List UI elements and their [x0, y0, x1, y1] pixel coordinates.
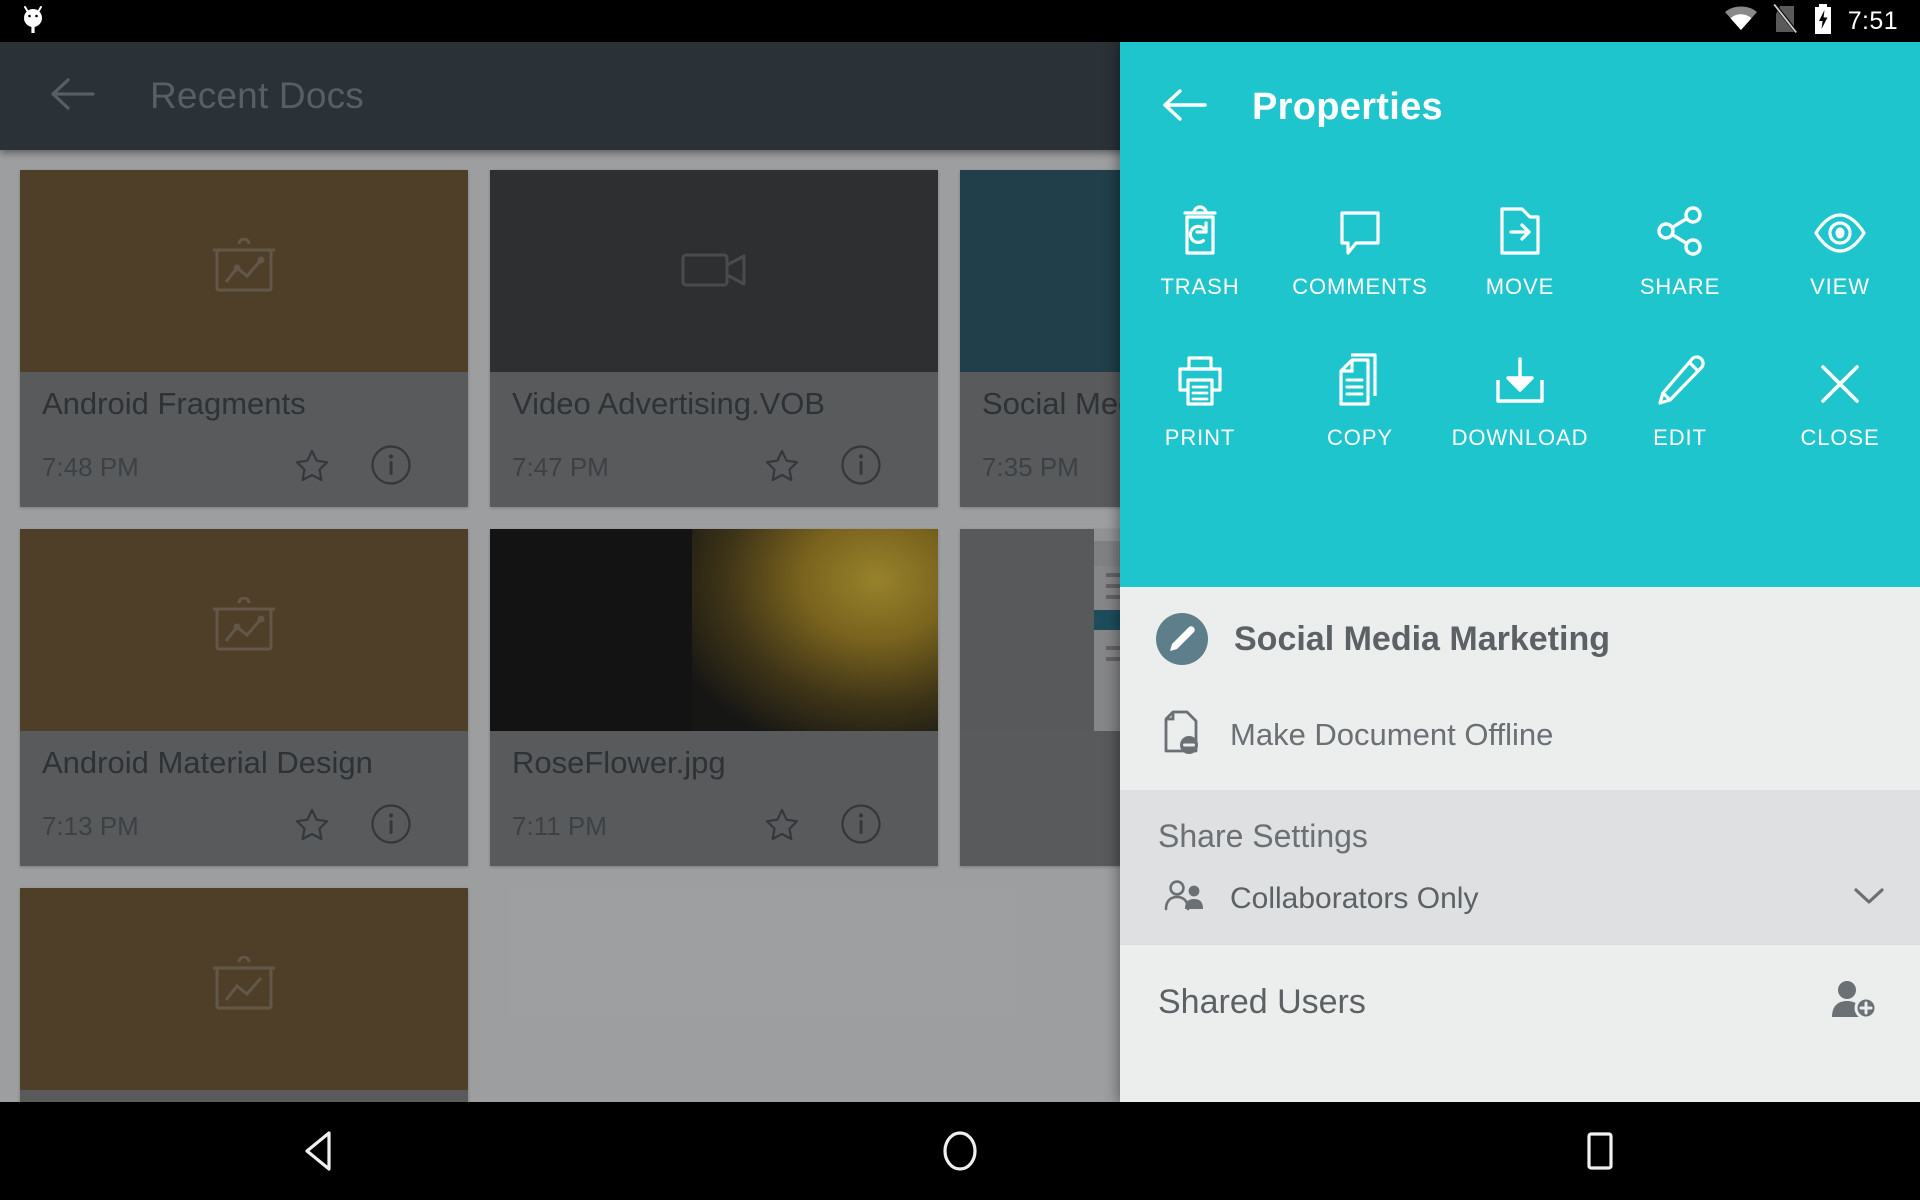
properties-panel: Properties TRASH [1120, 42, 1920, 1102]
nav-recents-square-icon[interactable] [1525, 1102, 1675, 1200]
action-move[interactable]: MOVE [1440, 201, 1600, 300]
presentation-icon [211, 238, 277, 305]
video-icon [678, 243, 750, 300]
document-name-row: Social Media Marketing [1120, 587, 1920, 691]
shared-users-section: Shared Users [1120, 944, 1920, 1026]
action-edit[interactable]: EDIT [1600, 352, 1760, 451]
share-nodes-icon [1654, 201, 1706, 257]
close-x-icon [1816, 352, 1864, 408]
copy-documents-icon [1335, 352, 1385, 408]
download-icon [1492, 352, 1548, 408]
action-label: MOVE [1486, 274, 1554, 300]
action-trash[interactable]: TRASH [1120, 201, 1280, 300]
printer-icon [1174, 352, 1226, 408]
action-label: TRASH [1160, 274, 1239, 300]
doc-card[interactable]: Android Material Design 7:13 PM [20, 529, 468, 866]
properties-header: Properties TRASH [1120, 42, 1920, 587]
action-label: COPY [1327, 425, 1393, 451]
star-outline-icon[interactable] [764, 448, 800, 487]
action-comments[interactable]: COMMENTS [1280, 201, 1440, 300]
people-icon [1164, 879, 1206, 918]
action-label: PRINT [1165, 425, 1236, 451]
android-screen: Recent Docs Android Fragments [0, 0, 1920, 1200]
doc-time: 7:48 PM [42, 452, 139, 483]
action-grid: TRASH COMMENTS [1120, 201, 1920, 451]
doc-time: 7:47 PM [512, 452, 609, 483]
pencil-icon [1655, 352, 1705, 408]
status-bar: 7:51 [0, 0, 1920, 42]
action-print[interactable]: PRINT [1120, 352, 1280, 451]
action-label: EDIT [1653, 425, 1707, 451]
share-settings-title: Share Settings [1120, 818, 1920, 855]
action-download[interactable]: DOWNLOAD [1440, 352, 1600, 451]
share-settings-section: Share Settings Collaborators Only [1120, 790, 1920, 944]
action-copy[interactable]: COPY [1280, 352, 1440, 451]
back-arrow-icon[interactable] [1162, 88, 1208, 127]
info-circle-icon[interactable] [840, 803, 882, 850]
presentation-icon [211, 597, 277, 664]
doc-thumbnail [490, 170, 938, 372]
photo-icon [692, 529, 938, 731]
android-notification-icon [18, 3, 48, 40]
doc-thumbnail [20, 529, 468, 731]
nav-home-circle-icon[interactable] [885, 1102, 1035, 1200]
action-label: CLOSE [1800, 425, 1879, 451]
panel-title: Properties [1252, 86, 1443, 129]
action-label: VIEW [1810, 274, 1870, 300]
document-offline-icon [1160, 709, 1204, 760]
person-add-icon[interactable] [1828, 979, 1920, 1026]
no-sim-icon [1772, 4, 1798, 39]
share-visibility-selector[interactable]: Collaborators Only [1120, 855, 1920, 918]
info-circle-icon[interactable] [370, 444, 412, 491]
comment-bubble-icon [1335, 201, 1385, 257]
doc-title: Video Advertising.VOB [512, 386, 916, 422]
trash-restore-icon [1176, 201, 1224, 257]
eye-icon [1812, 201, 1868, 257]
doc-title: Android Fragments [42, 386, 446, 422]
folder-move-icon [1496, 201, 1544, 257]
doc-card[interactable] [20, 888, 468, 1102]
battery-charging-icon [1812, 3, 1834, 40]
document-name: Social Media Marketing [1234, 620, 1610, 659]
star-outline-icon[interactable] [764, 807, 800, 846]
doc-thumbnail [20, 888, 468, 1090]
doc-time: 7:13 PM [42, 811, 139, 842]
doc-card[interactable]: Video Advertising.VOB 7:47 PM [490, 170, 938, 507]
navigation-bar [0, 1102, 1920, 1200]
doc-card[interactable]: RoseFlower.jpg 7:11 PM [490, 529, 938, 866]
action-label: COMMENTS [1292, 274, 1428, 300]
wifi-icon [1724, 6, 1758, 37]
star-outline-icon[interactable] [294, 448, 330, 487]
share-visibility-value: Collaborators Only [1230, 882, 1828, 916]
action-label: DOWNLOAD [1452, 425, 1589, 451]
page-title: Recent Docs [150, 75, 364, 117]
doc-card[interactable]: Android Fragments 7:48 PM [20, 170, 468, 507]
shared-users-title: Shared Users [1120, 983, 1366, 1022]
make-offline-label: Make Document Offline [1230, 717, 1553, 753]
doc-time: 7:35 PM [982, 452, 1079, 483]
info-circle-icon[interactable] [370, 803, 412, 850]
info-circle-icon[interactable] [840, 444, 882, 491]
doc-thumbnail [20, 170, 468, 372]
doc-thumbnail [490, 529, 938, 731]
doc-title: Android Material Design [42, 745, 446, 781]
action-share[interactable]: SHARE [1600, 201, 1760, 300]
presentation-icon [211, 956, 277, 1023]
back-arrow-icon[interactable] [50, 77, 96, 116]
action-close[interactable]: CLOSE [1760, 352, 1920, 451]
action-view[interactable]: VIEW [1760, 201, 1920, 300]
star-outline-icon[interactable] [294, 807, 330, 846]
nav-back-triangle-icon[interactable] [245, 1102, 395, 1200]
pencil-avatar-icon [1156, 613, 1208, 665]
status-bar-clock: 7:51 [1848, 7, 1898, 36]
chevron-down-icon[interactable] [1852, 885, 1886, 912]
doc-time: 7:11 PM [512, 811, 607, 842]
doc-title: RoseFlower.jpg [512, 745, 916, 781]
make-offline-row[interactable]: Make Document Offline [1120, 691, 1920, 790]
action-label: SHARE [1640, 274, 1720, 300]
